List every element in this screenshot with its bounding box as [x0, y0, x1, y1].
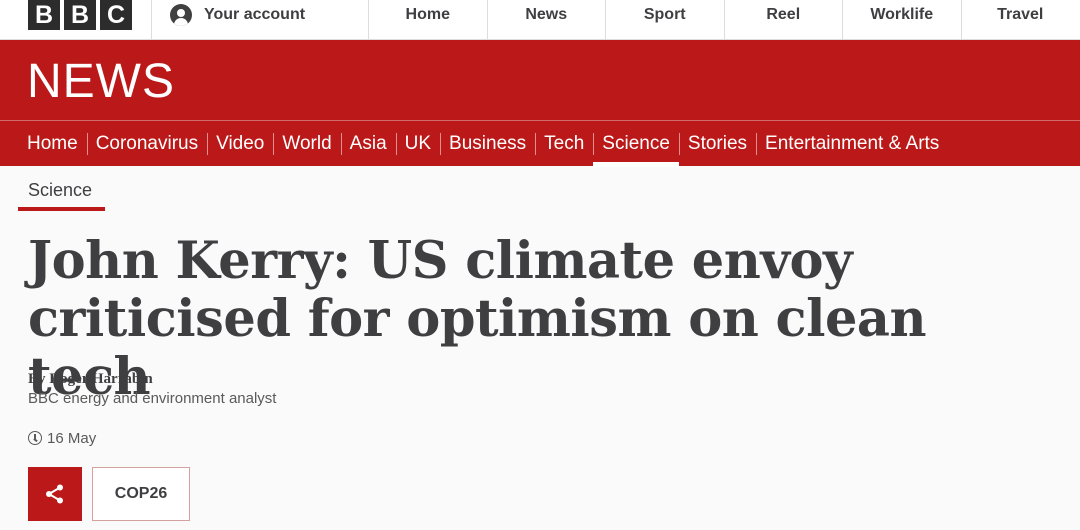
topnav-reel[interactable]: Reel: [723, 0, 843, 40]
article-byline: By Roger Harrabin: [28, 371, 153, 387]
section-link[interactable]: Science: [28, 178, 92, 202]
topnav-sport[interactable]: Sport: [605, 0, 724, 40]
nav-item-tech[interactable]: Tech: [535, 121, 593, 166]
topnav-home[interactable]: Home: [368, 0, 487, 40]
date-label: 16 May: [47, 429, 97, 447]
nav-item-business[interactable]: Business: [440, 121, 535, 166]
your-account-link[interactable]: Your account: [170, 0, 305, 30]
nav-item-world[interactable]: World: [273, 121, 340, 166]
masthead-divider: [151, 0, 152, 40]
account-icon: [170, 4, 192, 26]
author-role: BBC energy and environment analyst: [28, 390, 277, 407]
section-underline: [18, 207, 105, 211]
nav-item-entertainment-arts[interactable]: Entertainment & Arts: [756, 121, 948, 166]
nav-item-science[interactable]: Science: [593, 121, 679, 167]
clock-icon: [28, 431, 42, 445]
nav-item-coronavirus[interactable]: Coronavirus: [86, 121, 207, 166]
article-date: 16 May: [28, 428, 96, 448]
bbc-logo-letter: C: [100, 0, 132, 30]
bbc-logo-letter: B: [28, 0, 60, 30]
top-nav: Home News Sport Reel Worklife Travel: [368, 0, 1079, 40]
share-icon: [46, 484, 63, 504]
account-label: Your account: [204, 6, 306, 23]
section-nav-list: Home Coronavirus Video World Asia UK Bus…: [18, 121, 948, 167]
topnav-travel[interactable]: Travel: [960, 0, 1080, 40]
news-banner: NEWS: [0, 40, 1080, 120]
bbc-logo[interactable]: B B C: [28, 0, 132, 30]
nav-item-asia[interactable]: Asia: [340, 121, 396, 166]
section-nav: Home Coronavirus Video World Asia UK Bus…: [0, 120, 1080, 167]
article-headline: John Kerry: US climate envoy criticised …: [28, 231, 927, 407]
nav-item-uk[interactable]: UK: [395, 121, 440, 166]
topnav-worklife[interactable]: Worklife: [842, 0, 961, 40]
news-logo[interactable]: NEWS: [27, 46, 175, 118]
topnav-news[interactable]: News: [486, 0, 606, 40]
masthead: B B C Your account Home News Sport Reel …: [0, 0, 1080, 40]
nav-item-home[interactable]: Home: [18, 121, 87, 166]
share-button[interactable]: [28, 467, 82, 521]
nav-item-video[interactable]: Video: [207, 121, 273, 166]
nav-item-stories[interactable]: Stories: [678, 121, 756, 166]
bbc-logo-letter: B: [64, 0, 96, 30]
topic-tag-button[interactable]: COP26: [92, 467, 190, 521]
